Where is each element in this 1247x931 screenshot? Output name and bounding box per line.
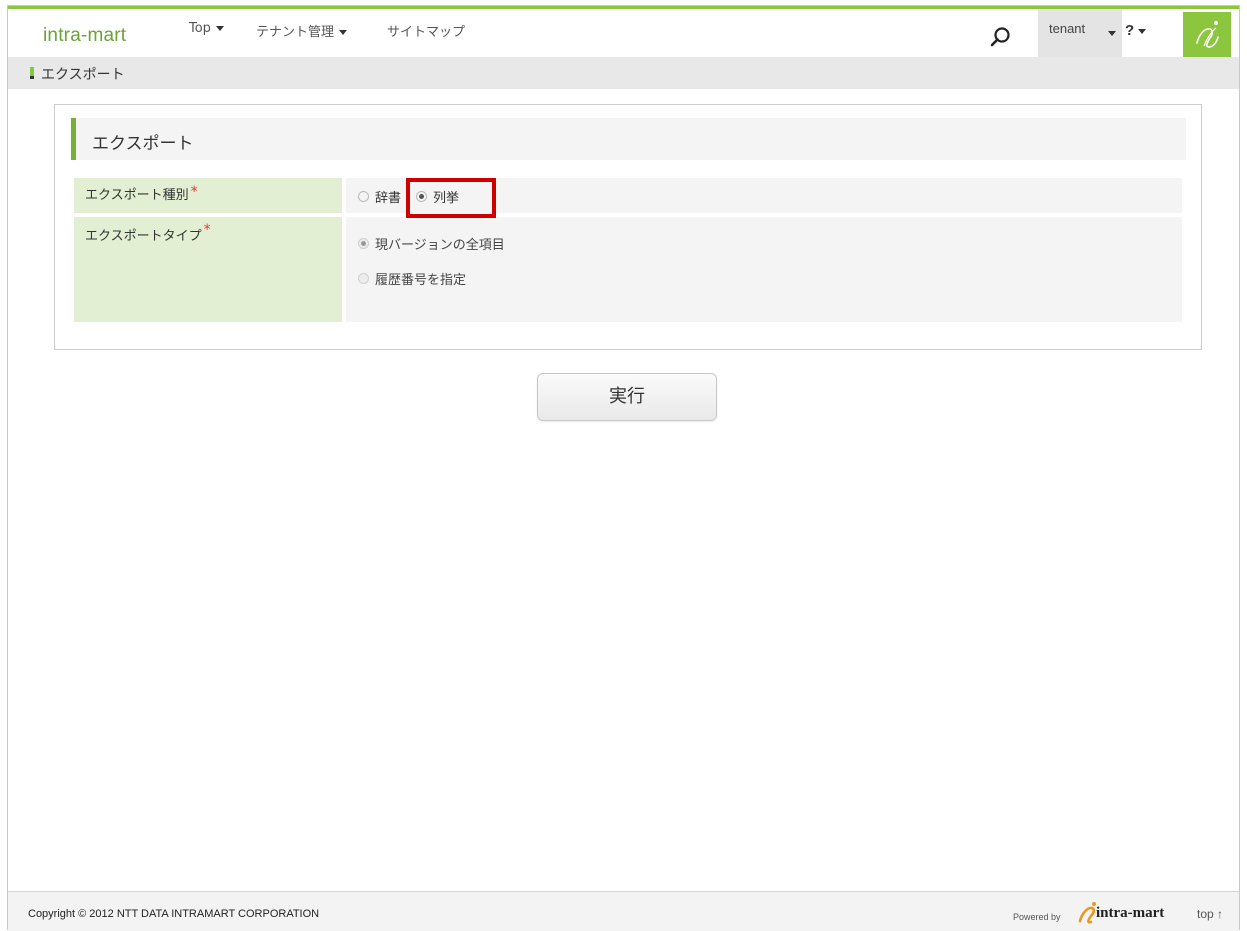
- help-menu[interactable]: ?: [1125, 22, 1147, 39]
- caret-down-icon: [1108, 31, 1116, 36]
- section-accent-bar: [71, 118, 76, 160]
- copyright-text: Copyright © 2012 NTT DATA INTRAMART CORP…: [28, 908, 320, 920]
- nav-tenant-management[interactable]: テナント管理: [256, 21, 348, 40]
- powered-by-text: Powered by: [1013, 912, 1061, 922]
- caret-down-icon: [215, 26, 224, 31]
- nav-tenant-management-label: テナント管理: [256, 25, 335, 40]
- user-name: tenant: [1049, 21, 1086, 36]
- execute-button[interactable]: 実行: [537, 373, 717, 421]
- back-to-top-link[interactable]: top ↑: [1197, 907, 1223, 921]
- powered-logo-text: intra-mart: [1096, 905, 1165, 921]
- breadcrumb: エクスポート: [8, 57, 1239, 89]
- export-type-option-current-version-label: 現バージョンの全項目: [375, 238, 505, 253]
- intra-mart-menu-button[interactable]: [1183, 12, 1231, 59]
- caret-down-icon: [1138, 28, 1147, 34]
- export-kind-option-dictionary-label: 辞書: [375, 191, 402, 206]
- caret-down-icon: [339, 30, 348, 35]
- export-type-value-cell: 現バージョンの全項目 履歴番号を指定: [346, 217, 1182, 322]
- radio-icon[interactable]: [358, 273, 369, 284]
- nav-sitemap-label: サイトマップ: [387, 25, 466, 40]
- radio-icon[interactable]: [358, 238, 369, 249]
- required-mark: *: [203, 222, 211, 238]
- nav-top[interactable]: Top: [189, 21, 224, 36]
- export-type-label: エクスポートタイプ: [85, 229, 202, 244]
- search-icon: [990, 27, 1010, 47]
- export-kind-label: エクスポート種別: [85, 188, 189, 203]
- nav-sitemap[interactable]: サイトマップ: [387, 21, 465, 40]
- export-type-option-current-version[interactable]: 現バージョンの全項目: [358, 234, 505, 253]
- radio-icon[interactable]: [358, 191, 369, 202]
- highlight-box: [406, 178, 496, 218]
- breadcrumb-marker-icon: [30, 67, 34, 79]
- intra-mart-i-logo-icon: [1078, 902, 1096, 924]
- export-kind-label-cell: エクスポート種別 *: [74, 178, 342, 213]
- section-header: エクスポート: [71, 118, 1186, 160]
- brand-logo[interactable]: intra-mart: [43, 25, 126, 47]
- intra-mart-footer-logo: intra-mart: [1076, 901, 1172, 925]
- export-type-label-cell: エクスポートタイプ *: [74, 217, 342, 322]
- required-mark: *: [190, 184, 198, 200]
- help-label: ?: [1125, 22, 1135, 39]
- breadcrumb-label: エクスポート: [41, 67, 125, 83]
- user-menu[interactable]: tenant: [1038, 9, 1122, 59]
- nav-top-label: Top: [189, 21, 211, 36]
- header-bar: intra-mart Top テナント管理 サイトマップ tenant ?: [8, 9, 1239, 59]
- export-type-option-history-number-label: 履歴番号を指定: [375, 273, 467, 288]
- intra-mart-i-logo-icon: [1196, 21, 1219, 48]
- footer: Copyright © 2012 NTT DATA INTRAMART CORP…: [8, 891, 1239, 931]
- export-panel: エクスポート エクスポート種別 * 辞書 列挙 エクスポートタイプ * 現バージョン…: [54, 104, 1202, 350]
- section-title: エクスポート: [92, 134, 194, 154]
- export-kind-option-dictionary[interactable]: 辞書: [358, 187, 401, 206]
- export-type-option-history-number[interactable]: 履歴番号を指定: [358, 269, 466, 288]
- app-window: intra-mart Top テナント管理 サイトマップ tenant ? エク…: [7, 5, 1240, 931]
- search-button[interactable]: [980, 17, 1020, 57]
